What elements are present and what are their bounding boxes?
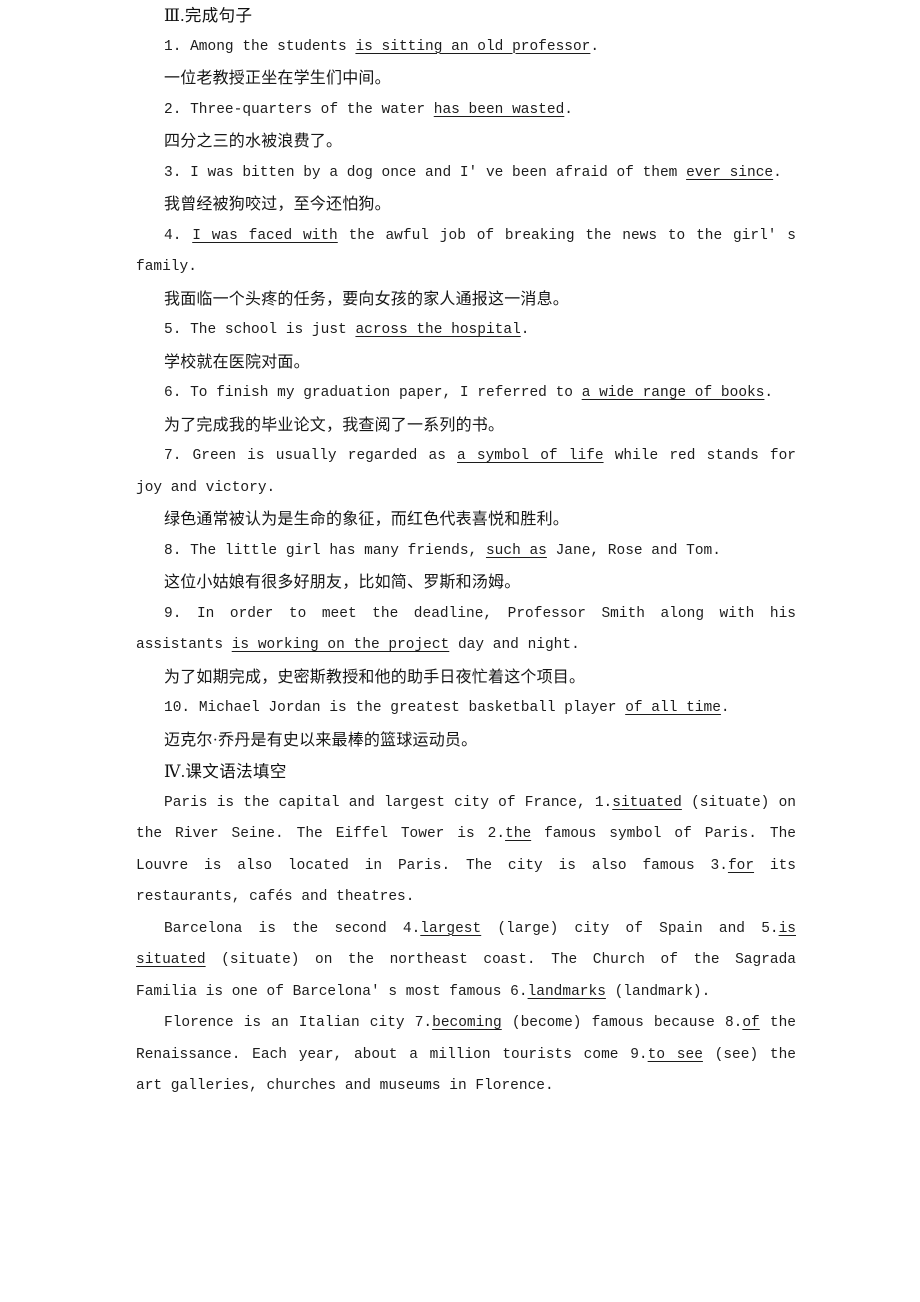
- item-text-after: day and night.: [449, 637, 580, 653]
- item-text-before: I was bitten by a dog once and I' ve bee…: [190, 164, 687, 181]
- item-answer: is working on the project: [231, 637, 450, 653]
- blank-answer-3: for: [727, 857, 755, 874]
- para-text: Paris is the capital and largest city of…: [164, 794, 613, 811]
- item-text-after: .: [590, 38, 600, 55]
- item-number: 5.: [164, 322, 182, 338]
- blank-answer-6: landmarks: [527, 983, 606, 1000]
- section-heading-4: Ⅳ.课文语法填空: [164, 762, 287, 781]
- translation-4: 我面临一个头疼的任务，要向女孩的家人通报这一消息。: [164, 290, 570, 308]
- document-page: Ⅲ.完成句子 1. Among the students is sitting …: [136, 0, 796, 1302]
- paragraph-barcelona: Barcelona is the second 4.largest (large…: [136, 914, 796, 1009]
- translation-6: 为了完成我的毕业论文，我查阅了一系列的书。: [164, 416, 505, 434]
- item-number: 4.: [164, 227, 182, 244]
- translation-9: 为了如期完成，史密斯教授和他的助手日夜忙着这个项目。: [164, 668, 586, 686]
- item-answer: has been wasted: [433, 101, 565, 118]
- exercise-item-3: 3. I was bitten by a dog once and I' ve …: [136, 158, 796, 190]
- paragraph-florence: Florence is an Italian city 7.becoming (…: [136, 1008, 796, 1103]
- item-answer: I was faced with: [192, 227, 338, 244]
- item-answer: ever since: [686, 164, 774, 181]
- exercise-item-6: 6. To finish my graduation paper, I refe…: [136, 378, 796, 410]
- exercise-item-8: 8. The little girl has many friends, suc…: [136, 536, 796, 568]
- exercise-item-5: 5. The school is just across the hospita…: [136, 315, 796, 347]
- blank-answer-8: of: [742, 1015, 760, 1031]
- exercise-item-9: 9. In order to meet the deadline, Profes…: [136, 599, 796, 662]
- item-text-after: .: [520, 322, 530, 338]
- item-answer: of all time: [625, 700, 721, 716]
- exercise-item-4: 4. I was faced with the awful job of bre…: [136, 221, 796, 284]
- item-number: 10.: [164, 700, 191, 716]
- para-text: Florence is an Italian city 7.: [164, 1015, 433, 1031]
- item-text-after: .: [764, 385, 774, 401]
- blank-answer-4: largest: [420, 920, 482, 937]
- item-number: 8.: [164, 542, 182, 559]
- exercise-item-1: 1. Among the students is sitting an old …: [136, 32, 796, 64]
- item-answer: across the hospital: [355, 322, 521, 338]
- section-complete-sentences: Ⅲ.完成句子 1. Among the students is sitting …: [136, 0, 796, 756]
- item-text-before: To finish my graduation paper, I referre…: [190, 385, 582, 401]
- item-answer: a wide range of books: [581, 385, 765, 401]
- blank-answer-7: becoming: [432, 1015, 502, 1031]
- item-number: 1.: [164, 38, 182, 55]
- item-text-after: .: [773, 164, 782, 181]
- section-grammar-fill: Ⅳ.课文语法填空 Paris is the capital and larges…: [136, 756, 796, 1103]
- blank-answer-2: the: [505, 826, 532, 842]
- section-heading-3: Ⅲ.完成句子: [164, 6, 253, 25]
- translation-3: 我曾经被狗咬过，至今还怕狗。: [164, 196, 391, 213]
- para-text: (large) city of Spain and 5.: [481, 920, 779, 937]
- blank-answer-9: to see: [647, 1046, 703, 1063]
- item-text-before: Among the students: [190, 38, 356, 55]
- item-number: 6.: [164, 385, 182, 401]
- item-text-before: Green is usually regarded as: [192, 448, 458, 464]
- item-text-after: .: [564, 101, 573, 118]
- item-text-before: The school is just: [190, 322, 356, 338]
- paragraph-paris: Paris is the capital and largest city of…: [136, 788, 796, 914]
- item-answer: such as: [485, 542, 547, 559]
- translation-5: 学校就在医院对面。: [164, 353, 310, 371]
- item-number: 9.: [164, 605, 182, 622]
- translation-10: 迈克尔·乔丹是有史以来最棒的篮球运动员。: [164, 731, 478, 749]
- exercise-item-10: 10. Michael Jordan is the greatest baske…: [136, 693, 796, 725]
- item-text-after: .: [720, 700, 730, 716]
- translation-2: 四分之三的水被浪费了。: [164, 133, 343, 150]
- para-text: (become) famous because 8.: [501, 1015, 743, 1031]
- item-answer: is sitting an old professor: [355, 38, 591, 55]
- para-text: Barcelona is the second 4.: [164, 920, 421, 937]
- item-text-after: Jane, Rose and Tom.: [546, 542, 721, 559]
- item-text-before: Michael Jordan is the greatest basketbal…: [198, 700, 626, 716]
- item-number: 7.: [164, 448, 182, 464]
- item-answer: a symbol of life: [457, 448, 604, 464]
- exercise-item-7: 7. Green is usually regarded as a symbol…: [136, 441, 796, 504]
- para-text: (landmark).: [605, 983, 711, 1000]
- item-text-before: The little girl has many friends,: [190, 542, 486, 559]
- translation-7: 绿色通常被认为是生命的象征，而红色代表喜悦和胜利。: [164, 511, 570, 528]
- item-text-before: Three-quarters of the water: [190, 101, 434, 118]
- blank-answer-1: situated: [612, 794, 682, 811]
- exercise-item-2: 2. Three-quarters of the water has been …: [136, 95, 796, 127]
- translation-1: 一位老教授正坐在学生们中间。: [164, 70, 391, 87]
- item-number: 2.: [164, 101, 182, 118]
- translation-8: 这位小姑娘有很多好朋友，比如简、罗斯和汤姆。: [164, 574, 521, 591]
- item-number: 3.: [164, 164, 182, 181]
